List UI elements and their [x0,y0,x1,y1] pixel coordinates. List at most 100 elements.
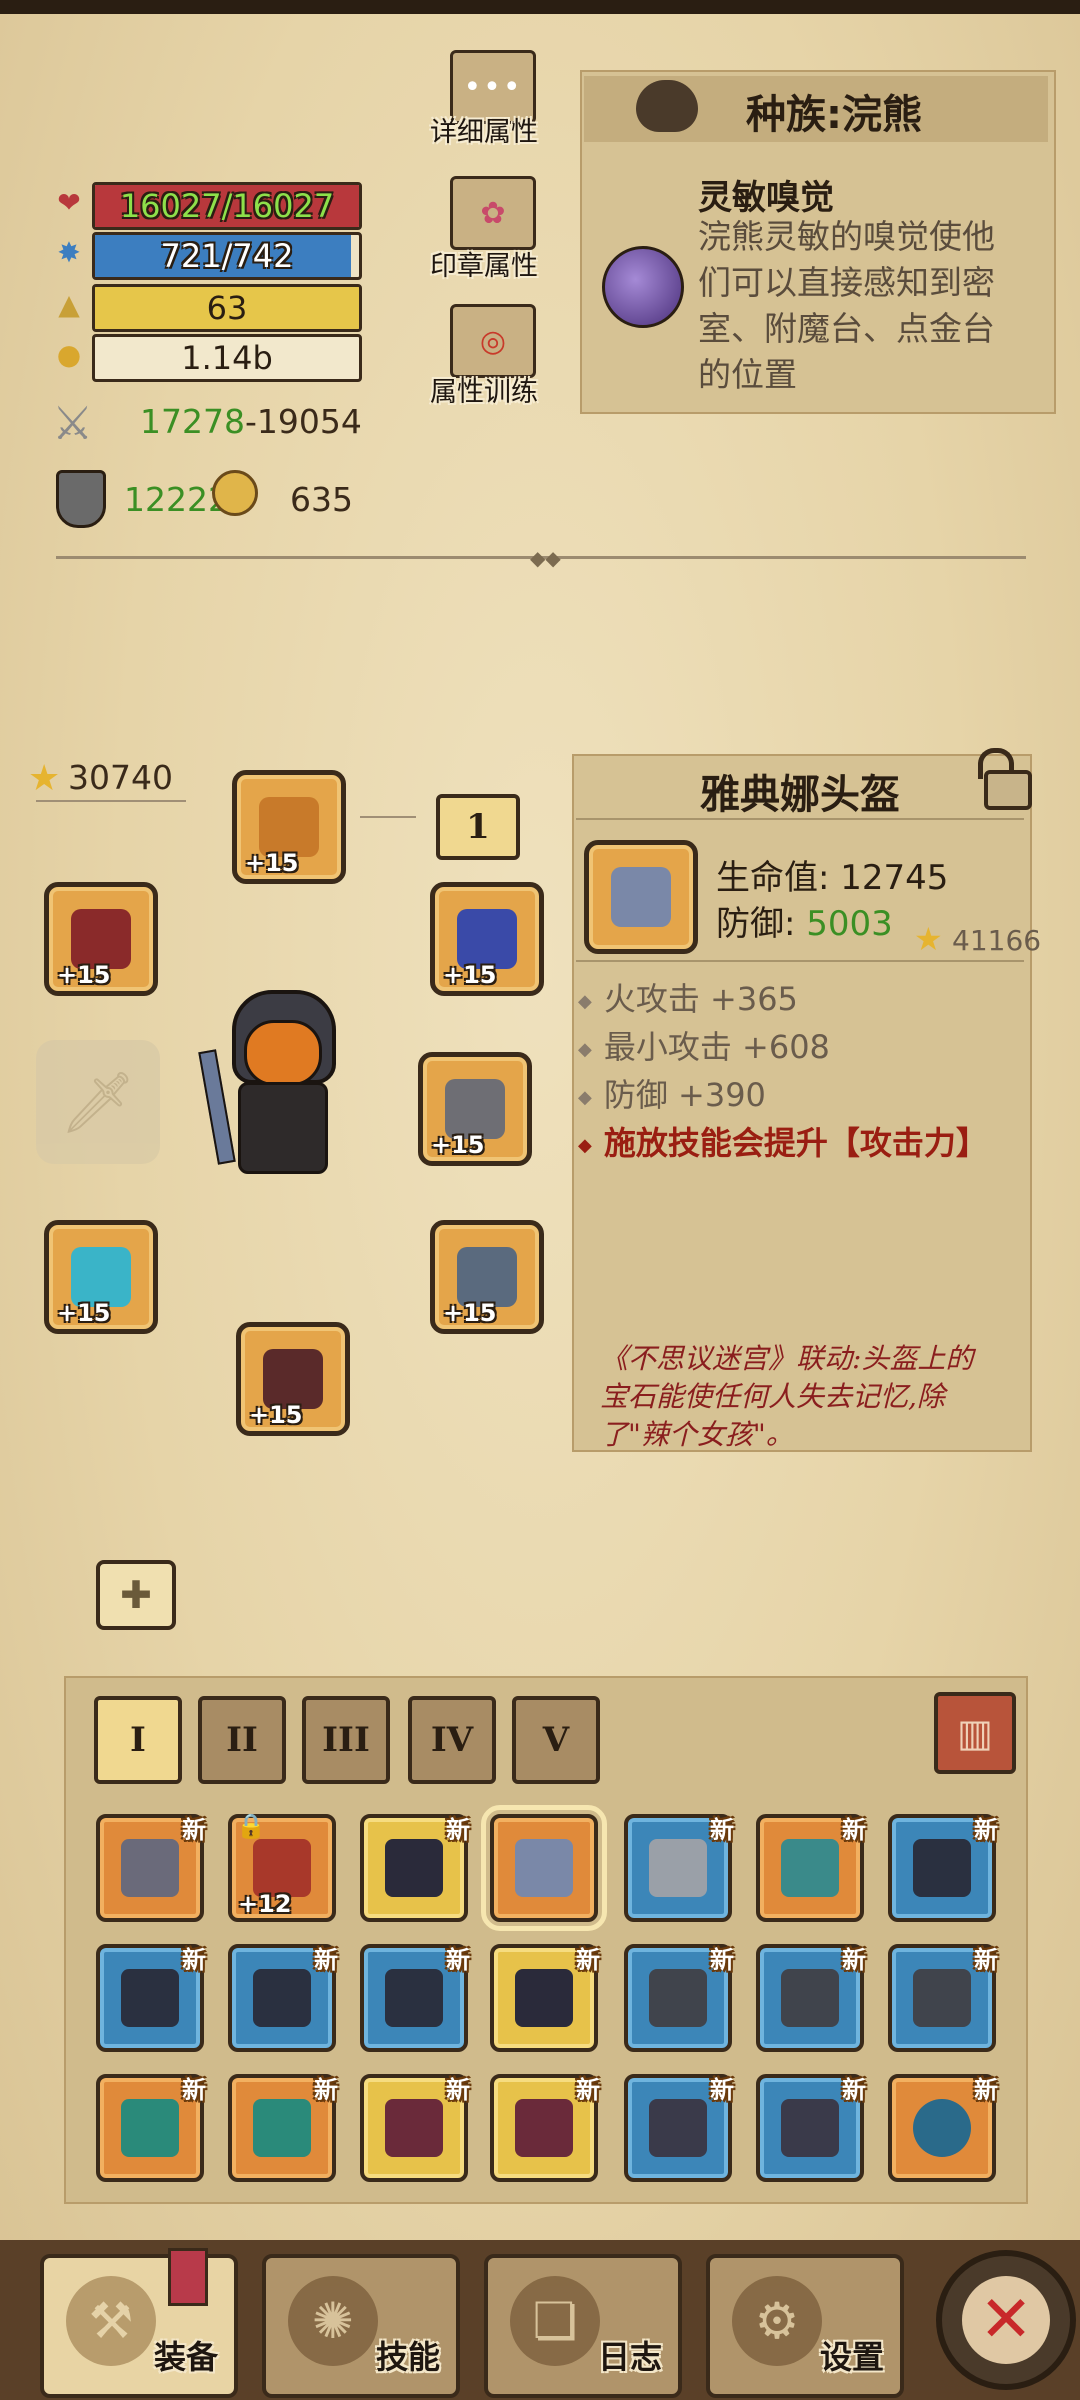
attack-range: 17278-19054 [140,402,362,441]
trait-description: 浣熊灵敏的嗅觉使他们可以直接感知到密室、附魔台、点金台的位置 [698,217,995,394]
souls-value: 635 [290,480,353,519]
affix-defense: 防御 +390 [578,1070,766,1116]
mana-value: 721/742 [160,237,294,275]
tab-5[interactable]: V [512,1696,600,1784]
hp-bar: 16027/16027 [92,182,362,230]
nav-equip-button[interactable]: ⚒ 装备 [40,2254,238,2398]
new-badge: 新 [576,2076,600,2104]
inventory-item[interactable]: 新 [96,1814,206,1922]
item-preview-icon [584,840,698,954]
inventory-item[interactable]: 新 [756,2074,866,2182]
affix-fire-attack: 火攻击 +365 [578,974,798,1020]
weapon-slot-empty[interactable]: 🗡 [36,1040,160,1164]
soul-orb-icon [212,470,258,516]
bookmark-ribbon [168,2248,208,2306]
tab-4[interactable]: IV [408,1696,496,1784]
gauntlet-icon [253,2099,311,2157]
new-badge: 新 [710,1816,734,1844]
divider-ornament: ◆◆ [530,546,561,570]
mana-bar: 721/742 [92,232,362,280]
training-button[interactable]: ◎ [450,304,536,378]
lock-body [984,770,1032,810]
inventory-item-locked[interactable]: 🔒 +12 [228,1812,336,1922]
cloak-slot[interactable]: +15 [44,882,158,996]
belt-icon [253,1969,311,2027]
inventory-item[interactable]: 新 [888,1944,998,2052]
flower-seal-icon: ✿ [480,195,506,231]
gear-icon: ⚙ [732,2276,822,2366]
unlock-icon[interactable] [974,748,1032,810]
tab-2[interactable]: II [198,1696,286,1784]
shoulder-icon [457,909,517,969]
inventory-item[interactable]: 新 [888,1814,998,1922]
shoulder-slot[interactable]: +15 [430,882,544,996]
boots-icon [649,1969,707,2027]
amulet-slot[interactable]: +15 [44,1220,158,1334]
enhance-level: +15 [443,1299,497,1327]
item-power-star-icon: ★ [914,920,943,958]
inventory-item[interactable]: 新 [490,2074,600,2182]
plus-icon: ✚ [120,1573,152,1617]
nav-skills-button[interactable]: ✺ 技能 [262,2254,460,2398]
pants-slot[interactable]: +15 [430,1220,544,1334]
nav-settings-button[interactable]: ⚙ 设置 [706,2254,904,2398]
page-number-button[interactable]: 1 [436,794,520,860]
inventory-item[interactable]: 新 [490,1944,600,2052]
sword-silhouette-icon: 🗡 [59,1067,137,1138]
trash-button[interactable]: ▥ [934,1692,1016,1774]
new-badge: 新 [842,2076,866,2104]
item-hp-label: 生命值: [716,858,830,898]
inventory-item[interactable]: 新 [96,2074,206,2182]
gloves-slot[interactable]: +15 [236,1322,350,1436]
gauntlet-icon [649,2099,707,2157]
inventory-item[interactable]: 新 [756,1814,866,1922]
shoulder-armor-icon [649,1839,707,1897]
inventory-item[interactable]: 新 [96,1944,206,2052]
new-badge: 新 [710,1946,734,1974]
skill-gear-icon: ✺ [288,2276,378,2366]
inventory-item[interactable]: 新 [360,2074,470,2182]
inventory-item[interactable]: 新 [756,1944,866,2052]
game-screen: ❤ 16027/16027 ✸ 721/742 ▲ 63 ● 1.14b ⚔ 1… [0,0,1080,2400]
enhance-level: +15 [245,849,299,877]
close-button[interactable]: ✕ [936,2250,1076,2390]
dots-icon: ••• [463,69,523,105]
gauntlet-icon [781,2099,839,2157]
item-def-value: 5003 [806,904,893,944]
blade-icon [385,1839,443,1897]
chest-slot[interactable]: +15 [418,1052,532,1166]
inventory-item[interactable]: 新 [624,2074,734,2182]
details-label: 详细属性 [430,117,538,148]
add-seal-button[interactable]: ✚ [96,1560,176,1630]
item-hp: 生命值: 12745 [716,850,948,899]
inventory-item[interactable]: 新 [624,1944,734,2052]
enhance-level: +15 [57,1299,111,1327]
gold-bar: 1.14b [92,334,362,382]
tab-label: II [226,1720,258,1760]
lock-icon: 🔒 [236,1812,266,1840]
tab-label: III [322,1720,370,1760]
inventory-item-selected[interactable] [481,1805,607,1931]
boots-icon [913,1969,971,2027]
tab-1[interactable]: I [94,1696,182,1784]
inventory-item[interactable]: 新 [360,1944,470,2052]
nav-log-button[interactable]: ❏ 日志 [484,2254,682,2398]
nav-log-label: 日志 [597,2338,662,2376]
inventory-item[interactable]: 新 [228,2074,338,2182]
tab-3[interactable]: III [302,1696,390,1784]
item-stats-divider [576,960,1024,962]
inventory-item[interactable]: 新 [624,1814,734,1922]
trash-icon: ▥ [957,1711,993,1755]
boots-icon [781,1969,839,2027]
close-icon: ✕ [962,2276,1050,2364]
hat-slot[interactable]: +15 [232,770,346,884]
inventory-item[interactable]: 新 [228,1944,338,2052]
belt-icon [121,1969,179,2027]
inventory-item[interactable]: 新 [360,1814,470,1922]
inventory-item[interactable]: 新 [888,2074,998,2182]
tab-label: V [542,1720,570,1760]
seals-button[interactable]: ✿ [450,176,536,250]
level-icon: ▲ [58,288,80,321]
belt-icon [385,1969,443,2027]
cloak-icon [71,909,131,969]
